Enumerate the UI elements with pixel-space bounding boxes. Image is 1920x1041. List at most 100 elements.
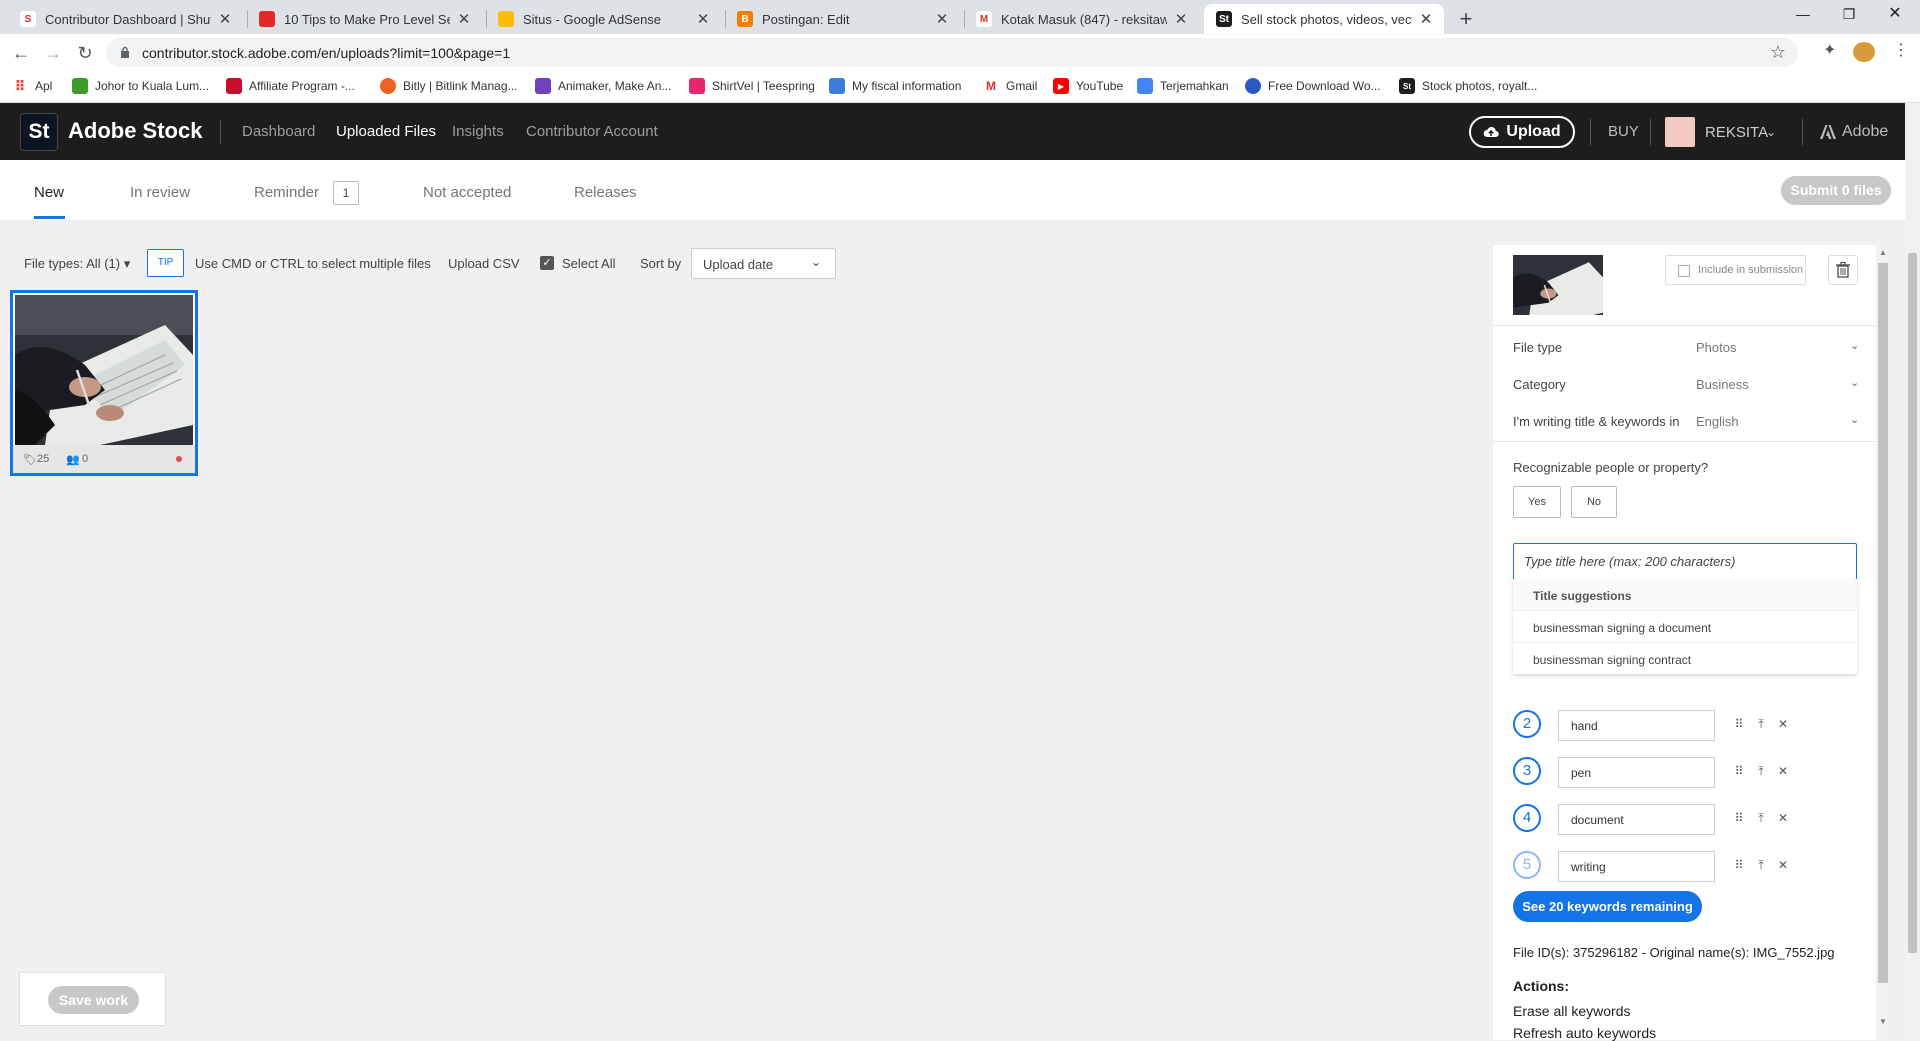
bookmark-affiliate[interactable]: Affiliate Program -...	[226, 78, 355, 94]
bookmark-star-icon[interactable]: ☆	[1770, 42, 1786, 63]
tab-in-review[interactable]: In review	[130, 184, 190, 201]
bookmark-translate[interactable]: Terjemahkan	[1137, 78, 1229, 94]
close-tab-icon[interactable]: ✕	[934, 10, 950, 28]
keyword-input[interactable]	[1558, 710, 1715, 741]
url-bar[interactable]: contributor.stock.adobe.com/en/uploads?l…	[106, 38, 1798, 67]
keyword-input[interactable]	[1558, 757, 1715, 788]
category-row[interactable]: Category Business ⌄	[1513, 377, 1859, 392]
file-type-row[interactable]: File type Photos ⌄	[1513, 340, 1859, 355]
erase-keywords-link[interactable]: Erase all keywords	[1513, 1003, 1631, 1019]
username[interactable]: REKSITA	[1705, 124, 1768, 141]
bookmark-gmail[interactable]: M Gmail	[983, 78, 1037, 94]
bookmark-animaker[interactable]: Animaker, Make An...	[535, 78, 671, 94]
nav-contributor-account[interactable]: Contributor Account	[526, 123, 658, 140]
tab-new[interactable]: New	[34, 184, 64, 201]
scroll-down-arrow-icon[interactable]: ▼	[1879, 1017, 1887, 1026]
delete-button[interactable]	[1828, 255, 1858, 285]
restore-window-icon[interactable]: ❐	[1826, 0, 1872, 30]
close-tab-icon[interactable]: ✕	[1418, 10, 1434, 28]
language-value[interactable]: English	[1696, 414, 1739, 429]
adobe-link[interactable]: Adobe	[1820, 123, 1888, 141]
close-tab-icon[interactable]: ✕	[456, 10, 472, 28]
keyword-input[interactable]	[1558, 851, 1715, 882]
bookmark-free-download[interactable]: Free Download Wo...	[1245, 78, 1381, 94]
refresh-keywords-link[interactable]: Refresh auto keywords	[1513, 1025, 1656, 1041]
tab-not-accepted[interactable]: Not accepted	[423, 184, 511, 201]
nav-uploaded-files[interactable]: Uploaded Files	[336, 123, 436, 140]
extensions-icon[interactable]: ✦	[1823, 40, 1836, 60]
title-suggestion-item[interactable]: businessman signing a document	[1513, 610, 1857, 642]
browser-tab-selfies[interactable]: 10 Tips to Make Pro Level Selfies ✕	[247, 4, 482, 34]
browser-tab-adobe-stock[interactable]: St Sell stock photos, videos, vectors ✕	[1204, 4, 1444, 34]
move-to-top-icon[interactable]: ⤒	[1754, 764, 1768, 779]
sort-select[interactable]: Upload date ⌄	[691, 248, 836, 279]
see-remaining-keywords-button[interactable]: See 20 keywords remaining	[1513, 891, 1702, 922]
avatar[interactable]	[1665, 117, 1695, 147]
browser-tab-shutterstock[interactable]: S Contributor Dashboard | Shutters ✕	[8, 4, 243, 34]
scroll-up-arrow-icon[interactable]: ▲	[1879, 248, 1887, 257]
upload-button[interactable]: Upload	[1469, 116, 1575, 148]
tab-releases[interactable]: Releases	[574, 184, 637, 201]
close-tab-icon[interactable]: ✕	[217, 10, 233, 28]
keyword-input[interactable]	[1558, 804, 1715, 835]
remove-keyword-icon[interactable]: ✕	[1776, 811, 1790, 825]
drag-handle-icon[interactable]: ⠿	[1732, 764, 1746, 778]
chevron-down-icon[interactable]: ⌄	[1850, 376, 1859, 389]
bookmark-johor[interactable]: Johor to Kuala Lum...	[72, 78, 209, 94]
language-row[interactable]: I'm writing title & keywords in English …	[1513, 414, 1859, 429]
brand-name[interactable]: Adobe Stock	[68, 118, 202, 144]
move-to-top-icon[interactable]: ⤒	[1754, 717, 1768, 732]
drag-handle-icon[interactable]: ⠿	[1732, 811, 1746, 825]
yes-button[interactable]: Yes	[1513, 486, 1561, 518]
chevron-down-icon[interactable]: ⌄	[1850, 413, 1859, 426]
scrollbar-thumb[interactable]	[1908, 253, 1917, 953]
profile-avatar-icon[interactable]	[1853, 42, 1875, 62]
title-suggestion-item[interactable]: businessman signing contract	[1513, 642, 1857, 674]
remove-keyword-icon[interactable]: ✕	[1776, 858, 1790, 872]
panel-scrollbar[interactable]: ▲ ▼	[1876, 245, 1890, 1040]
minimize-window-icon[interactable]: —	[1780, 0, 1826, 30]
close-window-icon[interactable]: ✕	[1872, 0, 1918, 30]
save-work-button[interactable]: Save work	[48, 986, 139, 1014]
bookmark-bitly[interactable]: Bitly | Bitlink Manag...	[380, 78, 518, 94]
asset-thumbnail-card[interactable]: 🏷 25 👥 0	[10, 290, 198, 476]
select-all-checkbox[interactable]: ✓	[540, 256, 554, 270]
move-to-top-icon[interactable]: ⤒	[1754, 811, 1768, 826]
remove-keyword-icon[interactable]: ✕	[1776, 717, 1790, 731]
bookmark-youtube[interactable]: ▶ YouTube	[1053, 78, 1123, 94]
browser-tab-adsense[interactable]: Situs - Google AdSense ✕	[486, 4, 721, 34]
drag-handle-icon[interactable]: ⠿	[1732, 858, 1746, 872]
adobe-stock-logo[interactable]: St	[20, 113, 58, 151]
buy-link[interactable]: BUY	[1608, 123, 1639, 140]
reload-icon[interactable]: ↻	[72, 40, 98, 66]
chevron-down-icon[interactable]: ⌄	[1766, 125, 1776, 139]
include-in-submission-toggle[interactable]: Include in submission	[1665, 255, 1806, 285]
browser-menu-icon[interactable]: ⋮	[1893, 40, 1909, 60]
file-type-value[interactable]: Photos	[1696, 340, 1736, 355]
browser-tab-blogger[interactable]: B Postingan: Edit ✕	[725, 4, 960, 34]
move-to-top-icon[interactable]: ⤒	[1754, 858, 1768, 873]
nav-dashboard[interactable]: Dashboard	[242, 123, 315, 140]
chevron-down-icon[interactable]: ⌄	[1850, 339, 1859, 352]
submit-files-button[interactable]: Submit 0 files	[1781, 176, 1891, 205]
new-tab-button[interactable]: +	[1454, 6, 1478, 32]
bookmark-stock-photos[interactable]: St Stock photos, royalt...	[1399, 78, 1537, 94]
close-tab-icon[interactable]: ✕	[695, 10, 711, 28]
include-checkbox[interactable]	[1678, 265, 1690, 277]
bookmark-apps[interactable]: ⠿ Apl	[12, 78, 53, 94]
nav-insights[interactable]: Insights	[452, 123, 504, 140]
file-types-filter[interactable]: File types: All (1) ▾	[24, 256, 130, 272]
select-all-label[interactable]: Select All	[562, 256, 615, 271]
tab-reminder[interactable]: Reminder	[254, 184, 319, 201]
bookmark-teespring[interactable]: ShirtVel | Teespring	[689, 78, 815, 94]
remove-keyword-icon[interactable]: ✕	[1776, 764, 1790, 778]
close-tab-icon[interactable]: ✕	[1173, 10, 1189, 28]
page-scrollbar[interactable]	[1905, 103, 1920, 1040]
no-button[interactable]: No	[1571, 486, 1617, 518]
category-value[interactable]: Business	[1696, 377, 1749, 392]
forward-icon[interactable]: →	[40, 40, 66, 66]
drag-handle-icon[interactable]: ⠿	[1732, 717, 1746, 731]
back-icon[interactable]: ←	[8, 40, 34, 66]
bookmark-fiscal[interactable]: My fiscal information	[829, 78, 961, 94]
panel-scrollbar-thumb[interactable]	[1878, 263, 1888, 983]
